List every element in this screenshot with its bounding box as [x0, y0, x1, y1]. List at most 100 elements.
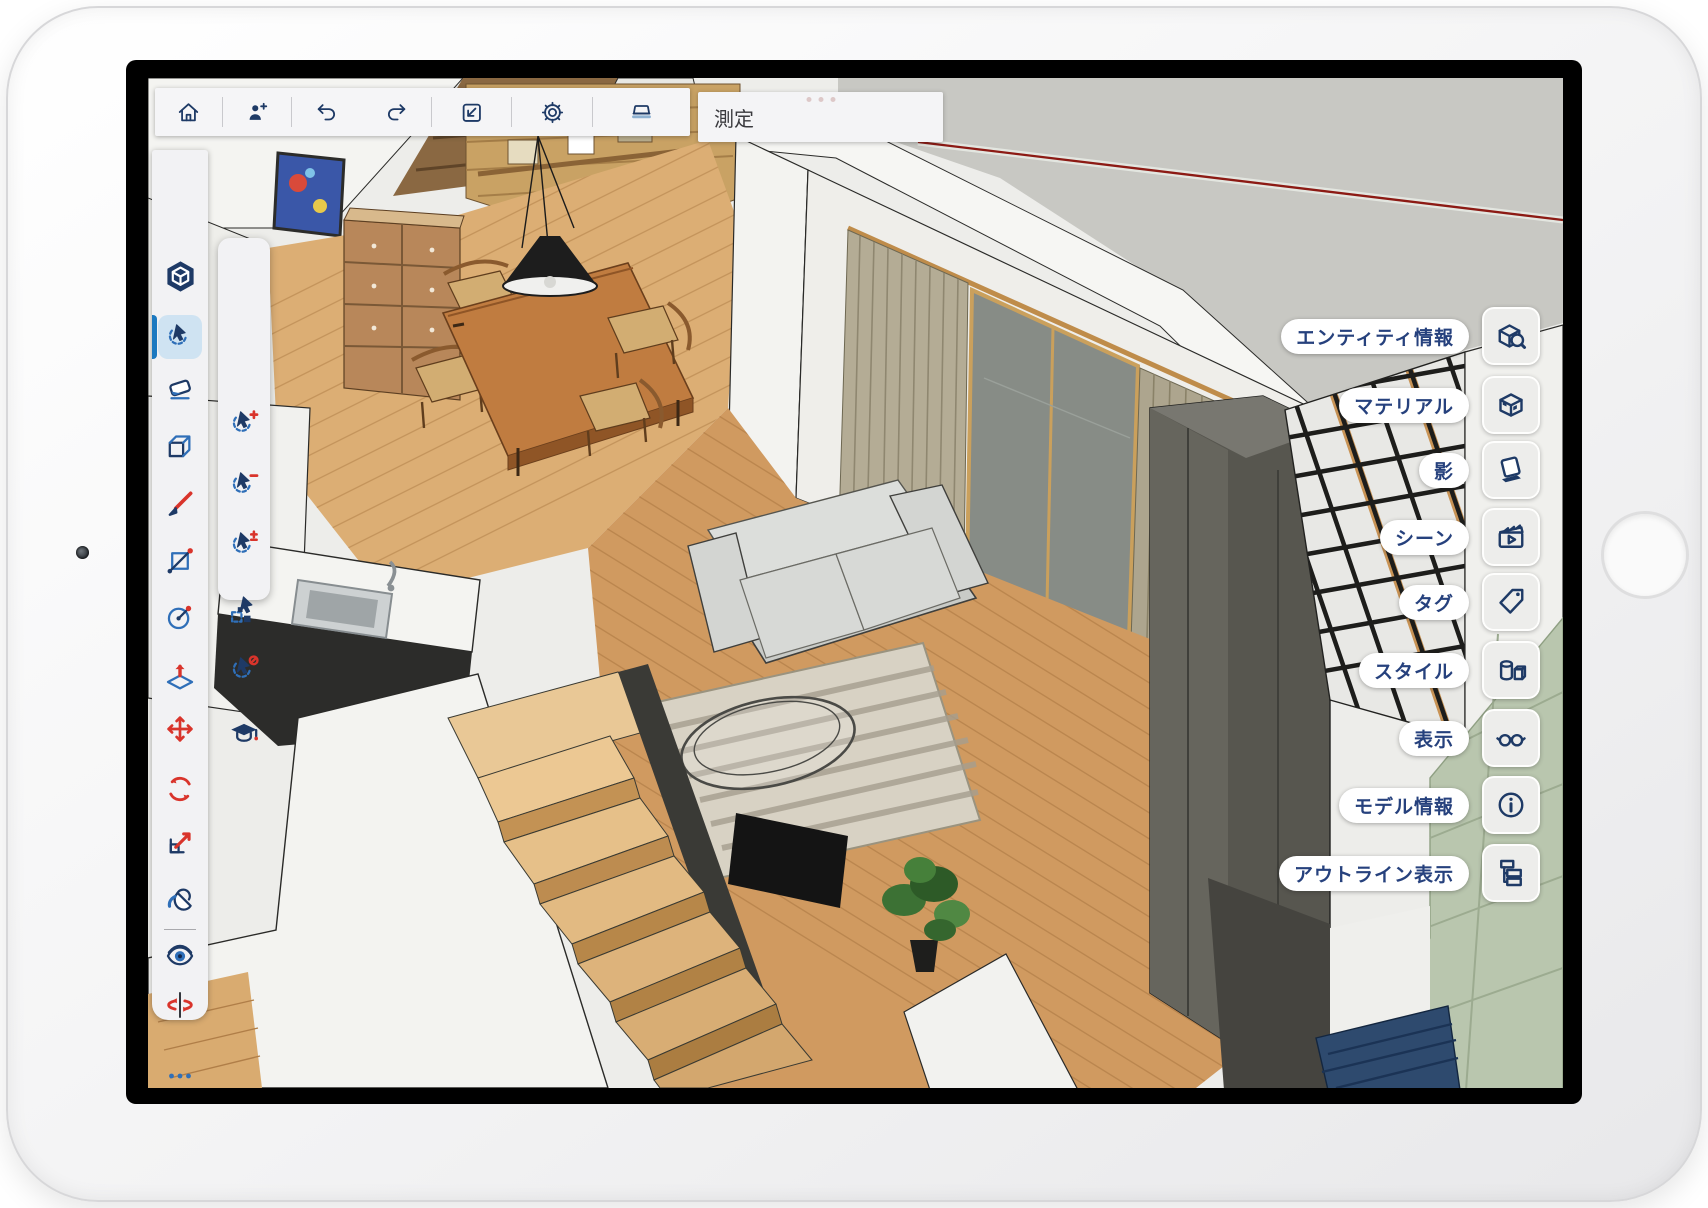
sketchup-logo [158, 254, 202, 298]
undo-icon [313, 99, 340, 126]
tag-icon [1493, 584, 1529, 620]
display-label: 表示 [1399, 721, 1469, 756]
styles-label: スタイル [1359, 653, 1469, 688]
scale-icon [163, 826, 197, 860]
pushpull-icon [163, 660, 197, 694]
pushpull-tool-button[interactable] [158, 655, 202, 699]
select-none-icon [227, 653, 261, 687]
pencil-tool-button[interactable] [158, 482, 202, 526]
scale-tool-button[interactable] [158, 821, 202, 865]
flip-tool-button[interactable] [158, 983, 202, 1027]
select-window-button[interactable] [224, 590, 264, 630]
3d-viewport[interactable] [148, 78, 1563, 1088]
eye-icon [163, 939, 197, 973]
select-toggle-icon [227, 528, 261, 562]
export-icon [458, 99, 485, 126]
outline-icon [1493, 855, 1529, 891]
shadows-button[interactable] [1482, 441, 1540, 499]
outline-label: アウトライン表示 [1279, 856, 1469, 891]
orbit-tool-button[interactable] [158, 934, 202, 978]
rotate-icon [163, 772, 197, 806]
drag-handle-dots [806, 97, 835, 102]
home-button[interactable] [155, 88, 222, 136]
display-button[interactable] [1482, 709, 1540, 767]
pencil-icon [163, 487, 197, 521]
scenes-button-row: シーン [1380, 508, 1540, 566]
styles-button-row: スタイル [1359, 641, 1540, 699]
materials-button[interactable] [1482, 376, 1540, 434]
styles-icon [1493, 652, 1529, 688]
rectangle-tool-button[interactable] [158, 539, 202, 583]
move-icon [163, 712, 197, 746]
materials-icon [1493, 387, 1529, 423]
move-tool-button[interactable] [158, 707, 202, 751]
materials-button-row: マテリアル [1339, 376, 1540, 434]
tags-button[interactable] [1482, 573, 1540, 631]
model-info-button[interactable] [1482, 776, 1540, 834]
model-info-label: モデル情報 [1339, 788, 1469, 823]
circle-tool-button[interactable] [158, 595, 202, 639]
more-tools-button[interactable] [158, 1054, 202, 1088]
entity-info-button[interactable] [1482, 307, 1540, 365]
circle-icon [163, 600, 197, 634]
materials-label: マテリアル [1339, 388, 1469, 423]
shadows-label: 影 [1419, 453, 1469, 488]
redo-icon [383, 99, 410, 126]
styles-button[interactable] [1482, 641, 1540, 699]
settings-button[interactable] [512, 88, 591, 136]
rectangle-icon [163, 544, 197, 578]
scenes-button[interactable] [1482, 508, 1540, 566]
rotate-tool-button[interactable] [158, 767, 202, 811]
select-add-button[interactable] [224, 404, 264, 444]
outline-button-row: アウトライン表示 [1279, 844, 1540, 902]
paint-tool-button[interactable] [158, 878, 202, 922]
shadows-button-row: 影 [1419, 441, 1540, 499]
entity-info-label: エンティティ情報 [1281, 319, 1469, 354]
export-button[interactable] [432, 88, 511, 136]
select-tool-button[interactable] [158, 315, 202, 359]
wall-art[interactable] [274, 153, 344, 236]
measurement-label: 測定 [714, 103, 754, 132]
select-icon [163, 320, 197, 354]
sketchup-app: 測定 エンティティ情報マテリアル影シーンタグスタイル表示モデル情報アウトライン表… [148, 78, 1563, 1088]
home-button [1601, 511, 1689, 599]
scenes-icon [1493, 519, 1529, 555]
model-info-button-row: モデル情報 [1339, 776, 1540, 834]
measurement-bar[interactable]: 測定 [698, 92, 943, 142]
gear-icon [539, 99, 566, 126]
eraser-tool-button[interactable] [158, 367, 202, 411]
entity-info-button-row: エンティティ情報 [1281, 307, 1540, 365]
eraser-icon [163, 372, 197, 406]
screen: 測定 エンティティ情報マテリアル影シーンタグスタイル表示モデル情報アウトライン表… [126, 60, 1582, 1104]
front-camera [76, 546, 89, 559]
primitives-tool-button[interactable] [158, 425, 202, 469]
input-device-button[interactable] [593, 88, 690, 136]
keyboard-icon [628, 99, 655, 126]
sketchup-logo-icon [162, 258, 199, 295]
top-toolbar [155, 88, 690, 136]
select-add-icon [227, 407, 261, 441]
select-subtract-button[interactable] [224, 465, 264, 505]
undo-button[interactable] [292, 88, 361, 136]
tags-label: タグ [1399, 585, 1469, 620]
add-person-icon [244, 99, 271, 126]
redo-button[interactable] [361, 88, 430, 136]
paint-bucket-icon [163, 883, 197, 917]
select-none-button[interactable] [224, 650, 264, 690]
scenes-label: シーン [1380, 520, 1469, 555]
select-flyout [218, 238, 270, 600]
active-tool-indicator [152, 315, 157, 359]
toolbar-divider [164, 929, 196, 930]
select-window-icon [227, 593, 261, 627]
home-icon [175, 99, 202, 126]
select-subtract-icon [227, 468, 261, 502]
box-icon [163, 430, 197, 464]
info-icon [1493, 787, 1529, 823]
add-collaborator-button[interactable] [223, 88, 290, 136]
instructor-button[interactable] [224, 713, 264, 753]
select-toggle-button[interactable] [224, 525, 264, 565]
graduation-cap-icon [227, 716, 261, 750]
left-toolbar [152, 150, 208, 1020]
outline-button[interactable] [1482, 844, 1540, 902]
ellipsis-icon [163, 1059, 197, 1088]
